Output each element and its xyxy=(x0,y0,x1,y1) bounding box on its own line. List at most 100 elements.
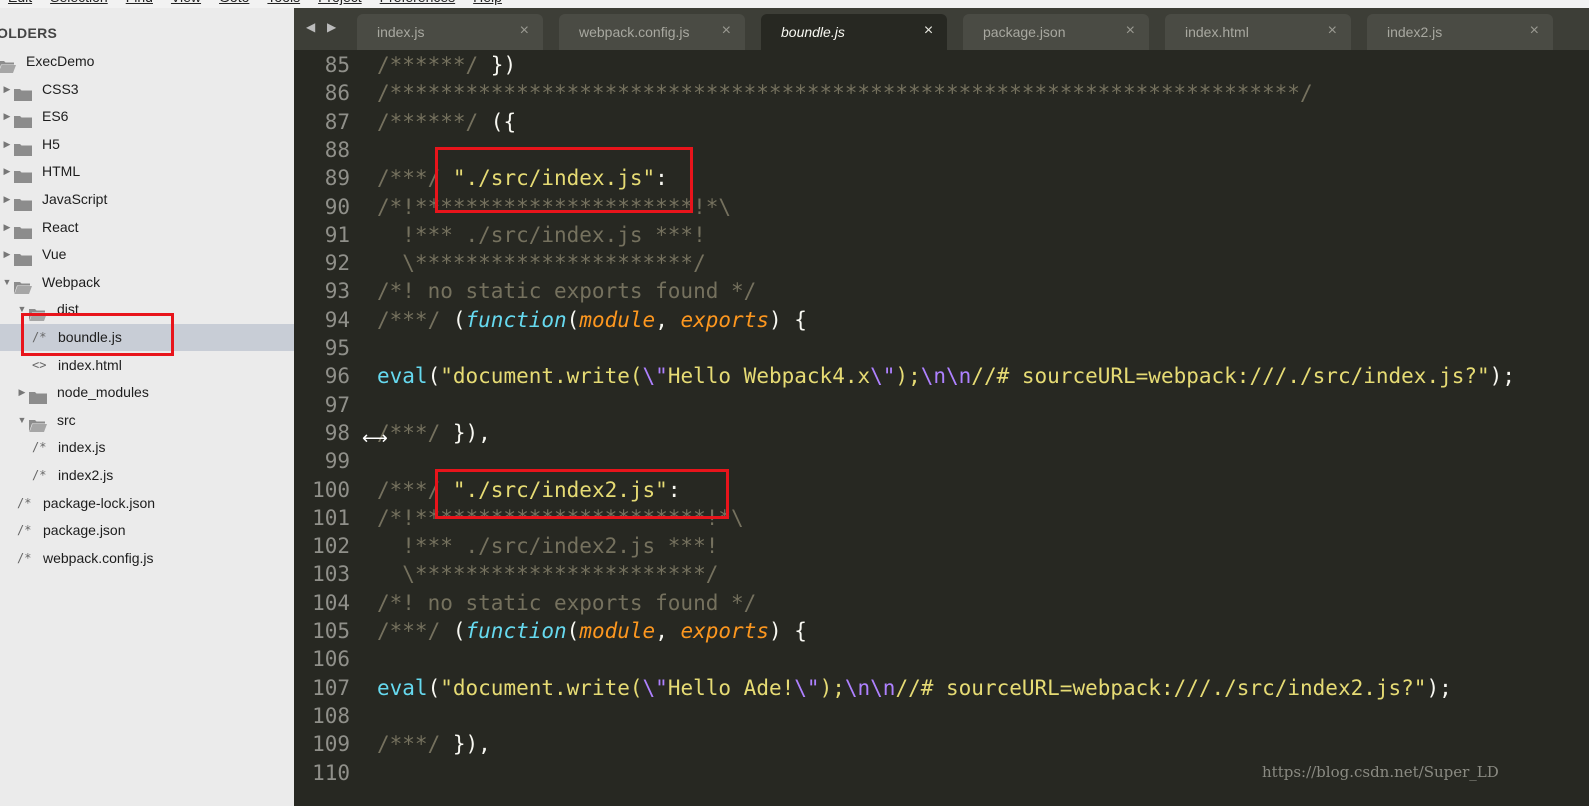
tree-item-label: Vue xyxy=(42,246,67,263)
line-number: 106 xyxy=(312,647,350,672)
code-text: eval("document.write(\"Hello Webpack4.x\… xyxy=(377,364,1515,389)
code-text: /*! no static exports found */ xyxy=(377,279,757,304)
file-item-webpack-config-js[interactable]: /* webpack.config.js xyxy=(0,545,294,572)
code-text: eval("document.write(\"Hello Ade!\");\n\… xyxy=(377,675,1452,700)
file-item-package-json[interactable]: /* package.json xyxy=(0,517,294,544)
code-text: /***/ }), xyxy=(377,732,491,757)
code-text: /***************************************… xyxy=(377,81,1313,106)
code-line: 85 /******/ }) xyxy=(294,51,1589,79)
expand-arrow-icon[interactable]: ▶ xyxy=(2,103,12,130)
menu-item[interactable]: Project xyxy=(318,0,362,5)
tab-webpack-config-js[interactable]: webpack.config.js × xyxy=(559,14,745,50)
code-line: 106 xyxy=(294,645,1589,673)
folder-item-react[interactable]: ▶ React xyxy=(0,214,294,241)
line-number: 96 xyxy=(324,364,350,389)
folder-item-es6[interactable]: ▶ ES6 xyxy=(0,103,294,130)
menu-item[interactable]: Selection xyxy=(50,0,108,5)
file-item-index2-js[interactable]: /* index2.js xyxy=(0,462,294,489)
line-number: 101 xyxy=(312,505,350,530)
close-icon[interactable]: × xyxy=(722,22,731,40)
tree-item-label: index2.js xyxy=(58,467,114,483)
js-file-icon: /* xyxy=(17,495,32,510)
line-number: 95 xyxy=(324,336,350,360)
code-line: 93 /*! no static exports found */ xyxy=(294,277,1589,305)
code-line: 103 \***********************/ xyxy=(294,560,1589,588)
tab-nav-arrows-icon[interactable]: ◀ ▶ xyxy=(306,20,340,34)
line-number: 94 xyxy=(324,307,350,332)
line-number: 110 xyxy=(312,760,350,785)
folder-open-icon xyxy=(29,414,47,432)
tab-label: boundle.js xyxy=(781,24,845,40)
tree-item-label: package-lock.json xyxy=(43,494,156,511)
folder-item-h5[interactable]: ▶ H5 xyxy=(0,131,294,158)
expand-arrow-icon[interactable]: ▶ xyxy=(2,76,12,103)
close-icon[interactable]: × xyxy=(1530,22,1539,40)
tab-boundle-js[interactable]: boundle.js × xyxy=(761,14,947,50)
tree-item-label: node_modules xyxy=(57,384,149,401)
close-icon[interactable]: × xyxy=(520,22,529,40)
tab-label: package.json xyxy=(983,24,1066,40)
tree-item-label: React xyxy=(42,218,79,235)
code-text: /***/ }), xyxy=(377,420,491,445)
menu-item[interactable]: Find xyxy=(126,0,153,5)
code-text: /******/ }) xyxy=(377,53,517,77)
folder-item-src[interactable]: ▼ src xyxy=(0,407,294,434)
tab-index2-js[interactable]: index2.js × xyxy=(1367,14,1553,50)
line-number: 93 xyxy=(324,279,350,304)
folder-icon xyxy=(14,138,32,156)
folder-item-webpack[interactable]: ▼ Webpack xyxy=(0,269,294,296)
line-number: 104 xyxy=(312,590,350,615)
folder-item-node-modules[interactable]: ▶ node_modules xyxy=(0,379,294,406)
line-number: 102 xyxy=(312,534,350,559)
js-file-icon: /* xyxy=(17,523,32,538)
code-text: /***/ (function(module, exports) { xyxy=(377,619,807,643)
code-text: !*** ./src/index.js ***! xyxy=(377,222,706,247)
expand-arrow-icon[interactable]: ▶ xyxy=(2,131,12,158)
folder-icon xyxy=(14,83,32,101)
code-text: \**********************/ xyxy=(377,251,706,276)
watermark: https://blog.csdn.net/Super_LD xyxy=(1262,763,1499,781)
file-item-index-js[interactable]: /* index.js xyxy=(0,434,294,461)
folder-item-html[interactable]: ▶ HTML xyxy=(0,158,294,185)
js-file-icon: /* xyxy=(17,550,32,565)
expand-arrow-icon[interactable]: ▶ xyxy=(2,158,12,185)
close-icon[interactable]: × xyxy=(1126,22,1135,40)
line-number: 98 xyxy=(324,420,350,445)
menu-item[interactable]: Edit xyxy=(8,0,32,5)
folders-header: OLDERS xyxy=(0,25,58,41)
menu-item[interactable]: Help xyxy=(473,0,502,5)
menu-item[interactable]: Preferences xyxy=(380,0,455,5)
folder-item-css3[interactable]: ▶ CSS3 xyxy=(0,76,294,103)
code-line: 102 !*** ./src/index2.js ***! xyxy=(294,532,1589,560)
code-line: 109 /***/ }), xyxy=(294,730,1589,758)
code-line: 95 xyxy=(294,334,1589,362)
folder-item-execdemo[interactable]: ExecDemo xyxy=(0,48,294,75)
line-number: 90 xyxy=(324,194,350,219)
tree-item-label: ExecDemo xyxy=(26,53,95,69)
menu-item[interactable]: Tools xyxy=(267,0,300,5)
file-item-package-lock-json[interactable]: /* package-lock.json xyxy=(0,490,294,517)
folder-item-vue[interactable]: ▶ Vue xyxy=(0,241,294,268)
code-line: 92 \**********************/ xyxy=(294,249,1589,277)
menu-item[interactable]: View xyxy=(171,0,201,5)
code-editor[interactable]: 85 /******/ }) 86 /************************… xyxy=(294,50,1589,806)
line-number: 87 xyxy=(324,109,350,134)
folder-item-javascript[interactable]: ▶ JavaScript xyxy=(0,186,294,213)
line-number: 91 xyxy=(324,222,350,247)
expand-arrow-icon[interactable]: ▶ xyxy=(2,241,12,268)
expand-arrow-icon[interactable]: ▶ xyxy=(17,379,27,406)
menu-item[interactable]: Goto xyxy=(219,0,249,5)
close-icon[interactable]: × xyxy=(924,22,933,40)
tab-package-json[interactable]: package.json × xyxy=(963,14,1149,50)
expand-arrow-icon[interactable]: ▶ xyxy=(2,186,12,213)
code-text: /*! no static exports found */ xyxy=(377,590,757,615)
tab-bar: ◀ ▶ index.js × webpack.config.js × boundle.j… xyxy=(294,8,1589,50)
folder-icon xyxy=(29,386,47,405)
collapse-arrow-icon[interactable]: ▼ xyxy=(2,269,12,296)
expand-arrow-icon[interactable]: ▶ xyxy=(2,214,12,241)
tree-item-label: HTML xyxy=(42,163,81,180)
close-icon[interactable]: × xyxy=(1328,22,1337,40)
collapse-arrow-icon[interactable]: ▼ xyxy=(17,407,27,434)
tab-index-js[interactable]: index.js × xyxy=(357,14,543,50)
tab-index-html[interactable]: index.html × xyxy=(1165,14,1351,50)
